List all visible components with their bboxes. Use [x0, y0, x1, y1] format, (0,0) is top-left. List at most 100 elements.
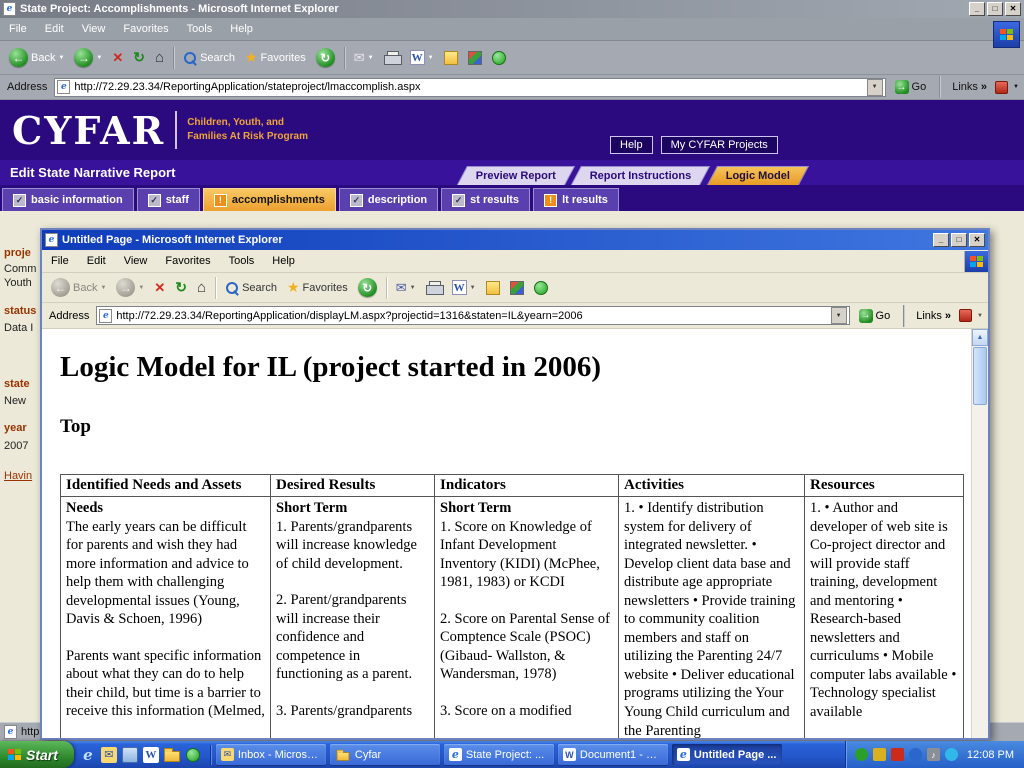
quick-launch-mail-icon[interactable]: ✉	[101, 747, 117, 763]
volume-icon[interactable]: ♪	[927, 748, 940, 761]
extension-icon[interactable]	[959, 309, 972, 322]
inner-titlebar[interactable]: e Untitled Page - Microsoft Internet Exp…	[42, 230, 988, 250]
history-button[interactable]: ↻	[311, 46, 340, 69]
maximize-button[interactable]: □	[951, 233, 967, 247]
update-icon[interactable]	[873, 748, 886, 761]
mail-button[interactable]: ✉ ▼	[391, 278, 421, 298]
mail-dropdown-icon[interactable]: ▼	[410, 285, 416, 291]
tab-description[interactable]: ✓ description	[339, 188, 438, 211]
menu-favorites[interactable]: Favorites	[156, 253, 219, 269]
menu-view[interactable]: View	[115, 253, 157, 269]
taskbar-task-document1[interactable]: W Document1 - Mi...	[558, 744, 668, 765]
minimize-button[interactable]: _	[969, 2, 985, 16]
vertical-scrollbar[interactable]: ▲	[971, 329, 988, 738]
help-button[interactable]: Help	[610, 136, 653, 154]
edit-dropdown-icon[interactable]: ▼	[470, 285, 476, 291]
links-button[interactable]: Links »	[913, 310, 954, 322]
home-button[interactable]: ⌂	[192, 277, 211, 298]
check-icon: ✓	[13, 194, 26, 207]
quick-launch-ie-icon[interactable]: e	[80, 747, 96, 763]
tab-accomplishments[interactable]: ! accomplishments	[203, 188, 336, 211]
my-cyfar-projects-button[interactable]: My CYFAR Projects	[661, 136, 778, 154]
forward-dropdown-icon[interactable]: ▼	[96, 55, 102, 61]
menu-view[interactable]: View	[73, 21, 115, 37]
quick-launch-folder-icon[interactable]	[164, 751, 180, 762]
address-input[interactable]: e http://72.29.23.34/ReportingApplicatio…	[96, 306, 849, 325]
ie-icon: e	[449, 748, 462, 761]
edit-with-word-button[interactable]: W ▼	[405, 48, 439, 67]
start-button[interactable]: Start	[0, 741, 74, 768]
extension-dropdown-icon[interactable]: ▼	[977, 313, 983, 319]
maximize-button[interactable]: □	[987, 2, 1003, 16]
messenger-tray-icon[interactable]	[945, 748, 958, 761]
network-icon[interactable]	[909, 748, 922, 761]
tab-basic-information[interactable]: ✓ basic information	[2, 188, 134, 211]
back-dropdown-icon[interactable]: ▼	[58, 55, 64, 61]
notes-button[interactable]	[439, 49, 463, 67]
extension-dropdown-icon[interactable]: ▼	[1013, 84, 1019, 90]
taskbar-task-untitled-page[interactable]: e Untitled Page ...	[672, 744, 782, 765]
close-button[interactable]: ✕	[969, 233, 985, 247]
extension-icon[interactable]	[995, 81, 1008, 94]
home-button[interactable]: ⌂	[150, 47, 169, 68]
menu-help[interactable]: Help	[221, 21, 262, 37]
minimize-button[interactable]: _	[933, 233, 949, 247]
notes-button[interactable]	[481, 279, 505, 297]
back-button[interactable]: ← Back ▼	[4, 46, 69, 69]
address-input[interactable]: e http://72.29.23.34/ReportingApplicatio…	[54, 78, 885, 97]
messenger-button[interactable]	[529, 279, 553, 297]
messenger-button[interactable]	[487, 49, 511, 67]
tab-preview-report[interactable]: Preview Report	[457, 166, 575, 185]
forward-button[interactable]: → ▼	[69, 46, 107, 69]
inner-window-title: Untitled Page - Microsoft Internet Explo…	[62, 234, 927, 246]
mail-button[interactable]: ✉ ▼	[349, 48, 379, 68]
print-button[interactable]	[421, 279, 447, 296]
go-button[interactable]: → Go	[891, 80, 931, 94]
quick-launch-word-icon[interactable]: W	[143, 747, 159, 763]
taskbar-task-inbox[interactable]: ✉ Inbox - Microso...	[216, 744, 326, 765]
tab-logic-model[interactable]: Logic Model	[706, 166, 808, 185]
address-dropdown[interactable]: ▼	[831, 307, 847, 324]
address-dropdown[interactable]: ▼	[867, 79, 883, 96]
research-button[interactable]	[463, 49, 487, 67]
search-button[interactable]: Search	[220, 279, 282, 297]
go-button[interactable]: → Go	[855, 309, 895, 323]
quick-launch-messenger-icon[interactable]	[186, 748, 200, 762]
history-button[interactable]: ↻	[353, 276, 382, 299]
edit-dropdown-icon[interactable]: ▼	[428, 55, 434, 61]
menu-help[interactable]: Help	[263, 253, 304, 269]
menu-edit[interactable]: Edit	[78, 253, 115, 269]
scroll-up-button[interactable]: ▲	[972, 329, 988, 346]
stop-button[interactable]: ✕	[149, 278, 170, 298]
tab-st-results[interactable]: ✓ st results	[441, 188, 530, 211]
refresh-button[interactable]: ↻	[128, 47, 150, 68]
search-button[interactable]: Search	[178, 49, 240, 67]
research-button[interactable]	[505, 279, 529, 297]
taskbar-clock[interactable]: 12:08 PM	[967, 749, 1014, 761]
tab-lt-results[interactable]: ! lt results	[533, 188, 619, 211]
links-button[interactable]: Links »	[949, 81, 990, 93]
menu-edit[interactable]: Edit	[36, 21, 73, 37]
tab-staff[interactable]: ✓ staff	[137, 188, 200, 211]
menu-file[interactable]: File	[42, 253, 78, 269]
refresh-button[interactable]: ↻	[170, 277, 192, 298]
scrollbar-thumb[interactable]	[973, 347, 987, 405]
edit-with-word-button[interactable]: W ▼	[447, 278, 481, 297]
favorites-button[interactable]: ★ Favorites	[282, 277, 353, 298]
print-button[interactable]	[379, 49, 405, 66]
menu-favorites[interactable]: Favorites	[114, 21, 177, 37]
menu-tools[interactable]: Tools	[178, 21, 222, 37]
tab-report-instructions[interactable]: Report Instructions	[571, 166, 711, 185]
security-alert-icon[interactable]	[891, 748, 904, 761]
antivirus-shield-icon[interactable]	[855, 748, 868, 761]
mail-dropdown-icon[interactable]: ▼	[368, 55, 374, 61]
menu-tools[interactable]: Tools	[220, 253, 264, 269]
favorites-button[interactable]: ★ Favorites	[240, 47, 311, 68]
close-button[interactable]: ✕	[1005, 2, 1021, 16]
show-desktop-icon[interactable]	[122, 747, 138, 763]
menu-file[interactable]: File	[0, 21, 36, 37]
sidebar-link[interactable]: Havin	[4, 470, 32, 482]
taskbar-task-cyfar[interactable]: Cyfar	[330, 744, 440, 765]
taskbar-task-state-project[interactable]: e State Project: ...	[444, 744, 554, 765]
stop-button[interactable]: ✕	[107, 48, 128, 68]
